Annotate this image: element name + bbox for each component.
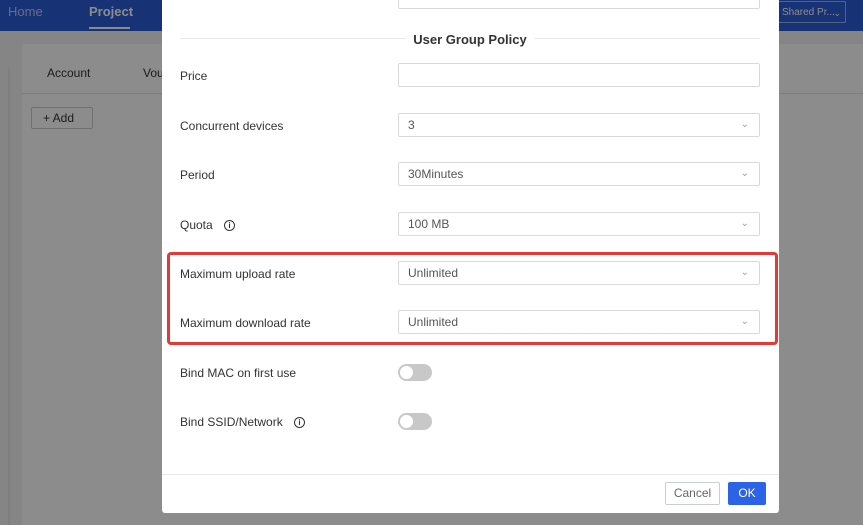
section-divider-right bbox=[534, 38, 760, 39]
quota-select[interactable]: 100 MB ⌄ bbox=[398, 212, 760, 236]
toggle-knob bbox=[400, 415, 413, 428]
chevron-down-icon: ⌄ bbox=[740, 119, 749, 130]
price-input[interactable] bbox=[398, 63, 760, 87]
chevron-down-icon: ⌄ bbox=[740, 218, 749, 229]
cancel-button[interactable]: Cancel bbox=[665, 482, 720, 505]
concurrent-devices-value: 3 bbox=[408, 118, 415, 132]
bind-mac-toggle[interactable] bbox=[398, 364, 432, 381]
bind-ssid-label-row: Bind SSID/Network i bbox=[180, 415, 306, 429]
period-value: 30Minutes bbox=[408, 167, 464, 181]
chevron-down-icon: ⌄ bbox=[740, 168, 749, 179]
footer-divider bbox=[162, 474, 779, 475]
section-title: User Group Policy bbox=[413, 32, 527, 47]
period-select[interactable]: 30Minutes ⌄ bbox=[398, 162, 760, 186]
quota-label: Quota bbox=[180, 218, 213, 232]
section-divider-left bbox=[180, 38, 406, 39]
quota-value: 100 MB bbox=[408, 217, 450, 231]
toggle-knob bbox=[400, 366, 413, 379]
price-label: Price bbox=[180, 69, 208, 83]
concurrent-devices-label: Concurrent devices bbox=[180, 119, 284, 133]
user-group-field[interactable] bbox=[398, 0, 760, 9]
rate-limit-highlight-box bbox=[167, 252, 778, 345]
period-label: Period bbox=[180, 168, 215, 182]
info-icon[interactable]: i bbox=[224, 220, 236, 231]
ok-button[interactable]: OK bbox=[728, 482, 766, 505]
info-icon[interactable]: i bbox=[294, 417, 306, 428]
bind-mac-label: Bind MAC on first use bbox=[180, 366, 297, 380]
quota-label-row: Quota i bbox=[180, 218, 236, 232]
bind-ssid-label: Bind SSID/Network bbox=[180, 415, 283, 429]
bind-ssid-toggle[interactable] bbox=[398, 413, 432, 430]
concurrent-devices-select[interactable]: 3 ⌄ bbox=[398, 113, 760, 137]
